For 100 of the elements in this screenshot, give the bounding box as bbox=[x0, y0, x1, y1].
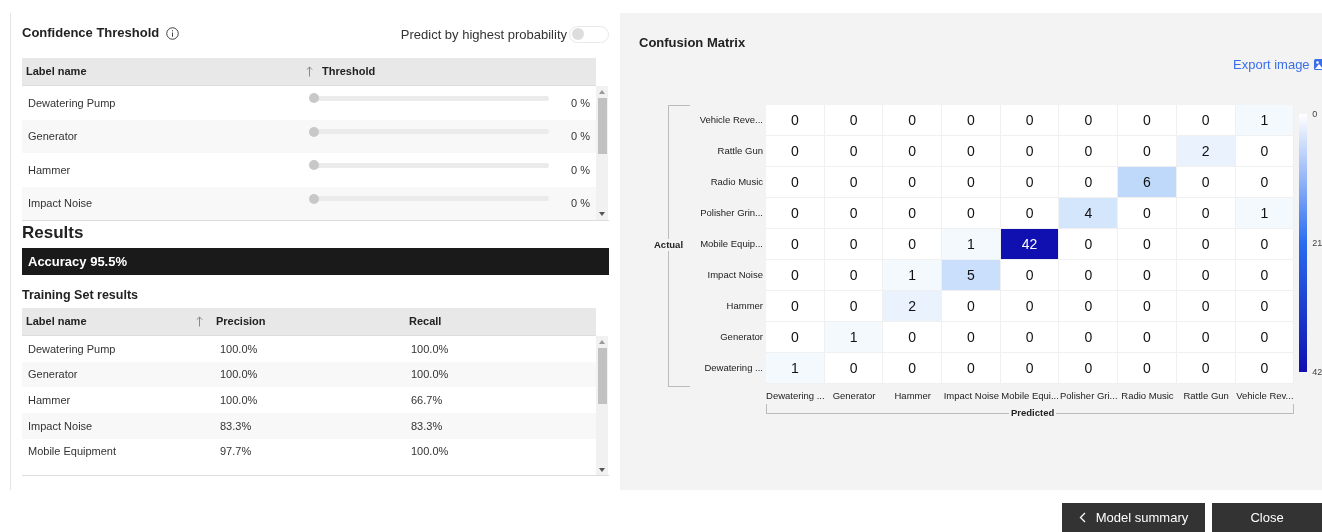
matrix-cell: 0 bbox=[766, 136, 825, 167]
scrollbar[interactable] bbox=[596, 336, 608, 475]
row-label: Hammer bbox=[726, 299, 763, 314]
column-label: Impact Noise bbox=[943, 389, 1000, 403]
table-cell-text: 83.3% bbox=[219, 418, 253, 434]
matrix-cell: 1 bbox=[883, 260, 943, 291]
back-button[interactable]: Model summary bbox=[1062, 503, 1205, 532]
table-cell-text: 83.3% bbox=[410, 418, 444, 434]
matrix-cell: 0 bbox=[1235, 136, 1295, 167]
export-link[interactable]: Export image bbox=[1233, 55, 1322, 75]
matrix-cell: 0 bbox=[824, 260, 884, 291]
scale-tick: 0 bbox=[1312, 109, 1318, 119]
table-cell-text: 100.0% bbox=[410, 444, 450, 460]
table-cell-text: Hammer bbox=[27, 392, 72, 408]
column-header[interactable]: Precision bbox=[212, 313, 405, 330]
matrix-cell: 0 bbox=[824, 167, 884, 198]
table-cell-text: Generator bbox=[27, 129, 79, 144]
matrix-cell: 0 bbox=[1000, 105, 1060, 136]
table-cell-text: 100.0% bbox=[219, 392, 259, 408]
matrix-cell: 0 bbox=[766, 291, 825, 322]
row-label: Impact Noise bbox=[707, 268, 763, 283]
matrix-cell: 4 bbox=[1059, 198, 1119, 229]
scale-tick: 42 bbox=[1312, 367, 1322, 377]
table-cell-text: 66.7% bbox=[410, 392, 444, 408]
matrix-cell: 0 bbox=[1118, 198, 1177, 229]
slider[interactable] bbox=[309, 93, 549, 103]
column-label: Vehicle Rev... bbox=[1236, 389, 1294, 403]
sort-arrow-icon[interactable] bbox=[306, 66, 313, 77]
row-label: Mobile Equip... bbox=[700, 237, 763, 252]
matrix-cell: 0 bbox=[1118, 353, 1177, 384]
matrix-cell: 0 bbox=[942, 291, 1001, 322]
table-cell-text: Generator bbox=[27, 367, 79, 383]
matrix-cell: 0 bbox=[883, 353, 943, 384]
slider[interactable] bbox=[309, 126, 549, 137]
matrix-cell: 0 bbox=[1176, 229, 1236, 260]
column-label: Generator bbox=[832, 389, 876, 403]
info-icon[interactable] bbox=[166, 26, 180, 40]
column-label: Hammer bbox=[894, 389, 931, 403]
matrix-cell: 0 bbox=[1235, 167, 1295, 198]
threshold-value: 0 % bbox=[571, 196, 591, 211]
chevron-left-icon bbox=[1078, 512, 1086, 523]
accuracy-banner: Accuracy 95.5% bbox=[22, 248, 609, 275]
table-cell-text: 100.0% bbox=[410, 367, 450, 383]
matrix-cell: 0 bbox=[1235, 260, 1295, 291]
matrix-cell: 1 bbox=[942, 229, 1001, 260]
matrix-cell: 0 bbox=[766, 260, 825, 291]
matrix-cell: 0 bbox=[1118, 260, 1177, 291]
matrix-cell: 0 bbox=[1000, 136, 1060, 167]
matrix-cell: 0 bbox=[824, 229, 884, 260]
matrix-cell: 0 bbox=[766, 105, 825, 136]
column-header[interactable]: Label name bbox=[22, 58, 306, 85]
column-label: Polisher Gri... bbox=[1060, 389, 1118, 403]
matrix-cell: 0 bbox=[1118, 291, 1177, 322]
table-cell-text: Impact Noise bbox=[27, 418, 94, 434]
matrix-cell: 0 bbox=[1059, 322, 1119, 353]
row-label: Radio Music bbox=[710, 175, 763, 190]
matrix-cell: 0 bbox=[942, 198, 1001, 229]
matrix-cell: 0 bbox=[1235, 229, 1295, 260]
panel-title: Confusion Matrix bbox=[639, 34, 746, 52]
slider-thumb[interactable] bbox=[309, 126, 319, 137]
matrix-cell: 0 bbox=[824, 136, 884, 167]
toggle-switch[interactable] bbox=[569, 25, 609, 43]
scrollbar[interactable] bbox=[596, 86, 608, 220]
matrix-cell: 0 bbox=[766, 198, 825, 229]
matrix-cell: 0 bbox=[1059, 105, 1119, 136]
toggle-label: Predict by highest probability bbox=[400, 26, 567, 45]
slider-thumb[interactable] bbox=[309, 160, 319, 170]
slider[interactable] bbox=[309, 193, 549, 204]
matrix-cell: 0 bbox=[1118, 136, 1177, 167]
section-title: Confidence Threshold bbox=[22, 24, 160, 43]
matrix-cell: 0 bbox=[1118, 229, 1177, 260]
matrix-cell: 0 bbox=[1000, 198, 1060, 229]
table-cell-text: Dewatering Pump bbox=[27, 341, 117, 357]
sort-arrow-icon[interactable] bbox=[196, 316, 203, 327]
matrix-cell: 0 bbox=[1000, 353, 1060, 384]
column-label: Mobile Equi... bbox=[1001, 389, 1059, 403]
image-icon[interactable] bbox=[1313, 59, 1322, 71]
matrix-cell: 2 bbox=[1176, 136, 1236, 167]
matrix-cell: 0 bbox=[1176, 105, 1236, 136]
matrix-cell: 1 bbox=[824, 322, 884, 353]
matrix-cell: 0 bbox=[942, 322, 1001, 353]
slider-thumb[interactable] bbox=[309, 93, 319, 103]
matrix-cell: 0 bbox=[883, 198, 943, 229]
column-header[interactable]: Threshold bbox=[313, 63, 376, 80]
table-cell-text: Mobile Equipment bbox=[27, 444, 118, 460]
matrix-cell: 0 bbox=[824, 105, 884, 136]
slider-thumb[interactable] bbox=[309, 193, 319, 204]
matrix-cell: 0 bbox=[1059, 136, 1119, 167]
row-label: Polisher Grin... bbox=[700, 206, 763, 221]
column-header[interactable]: Recall bbox=[405, 313, 595, 330]
matrix-cell: 0 bbox=[942, 136, 1001, 167]
slider[interactable] bbox=[309, 160, 549, 170]
matrix-cell: 0 bbox=[883, 229, 943, 260]
matrix-cell: 0 bbox=[1176, 167, 1236, 198]
matrix-cell: 0 bbox=[1176, 198, 1236, 229]
column-header[interactable]: Label name bbox=[22, 313, 196, 330]
matrix-cell: 0 bbox=[883, 105, 943, 136]
matrix-cell: 0 bbox=[883, 136, 943, 167]
matrix-cell: 0 bbox=[766, 322, 825, 353]
close-button[interactable]: Close bbox=[1212, 503, 1322, 532]
